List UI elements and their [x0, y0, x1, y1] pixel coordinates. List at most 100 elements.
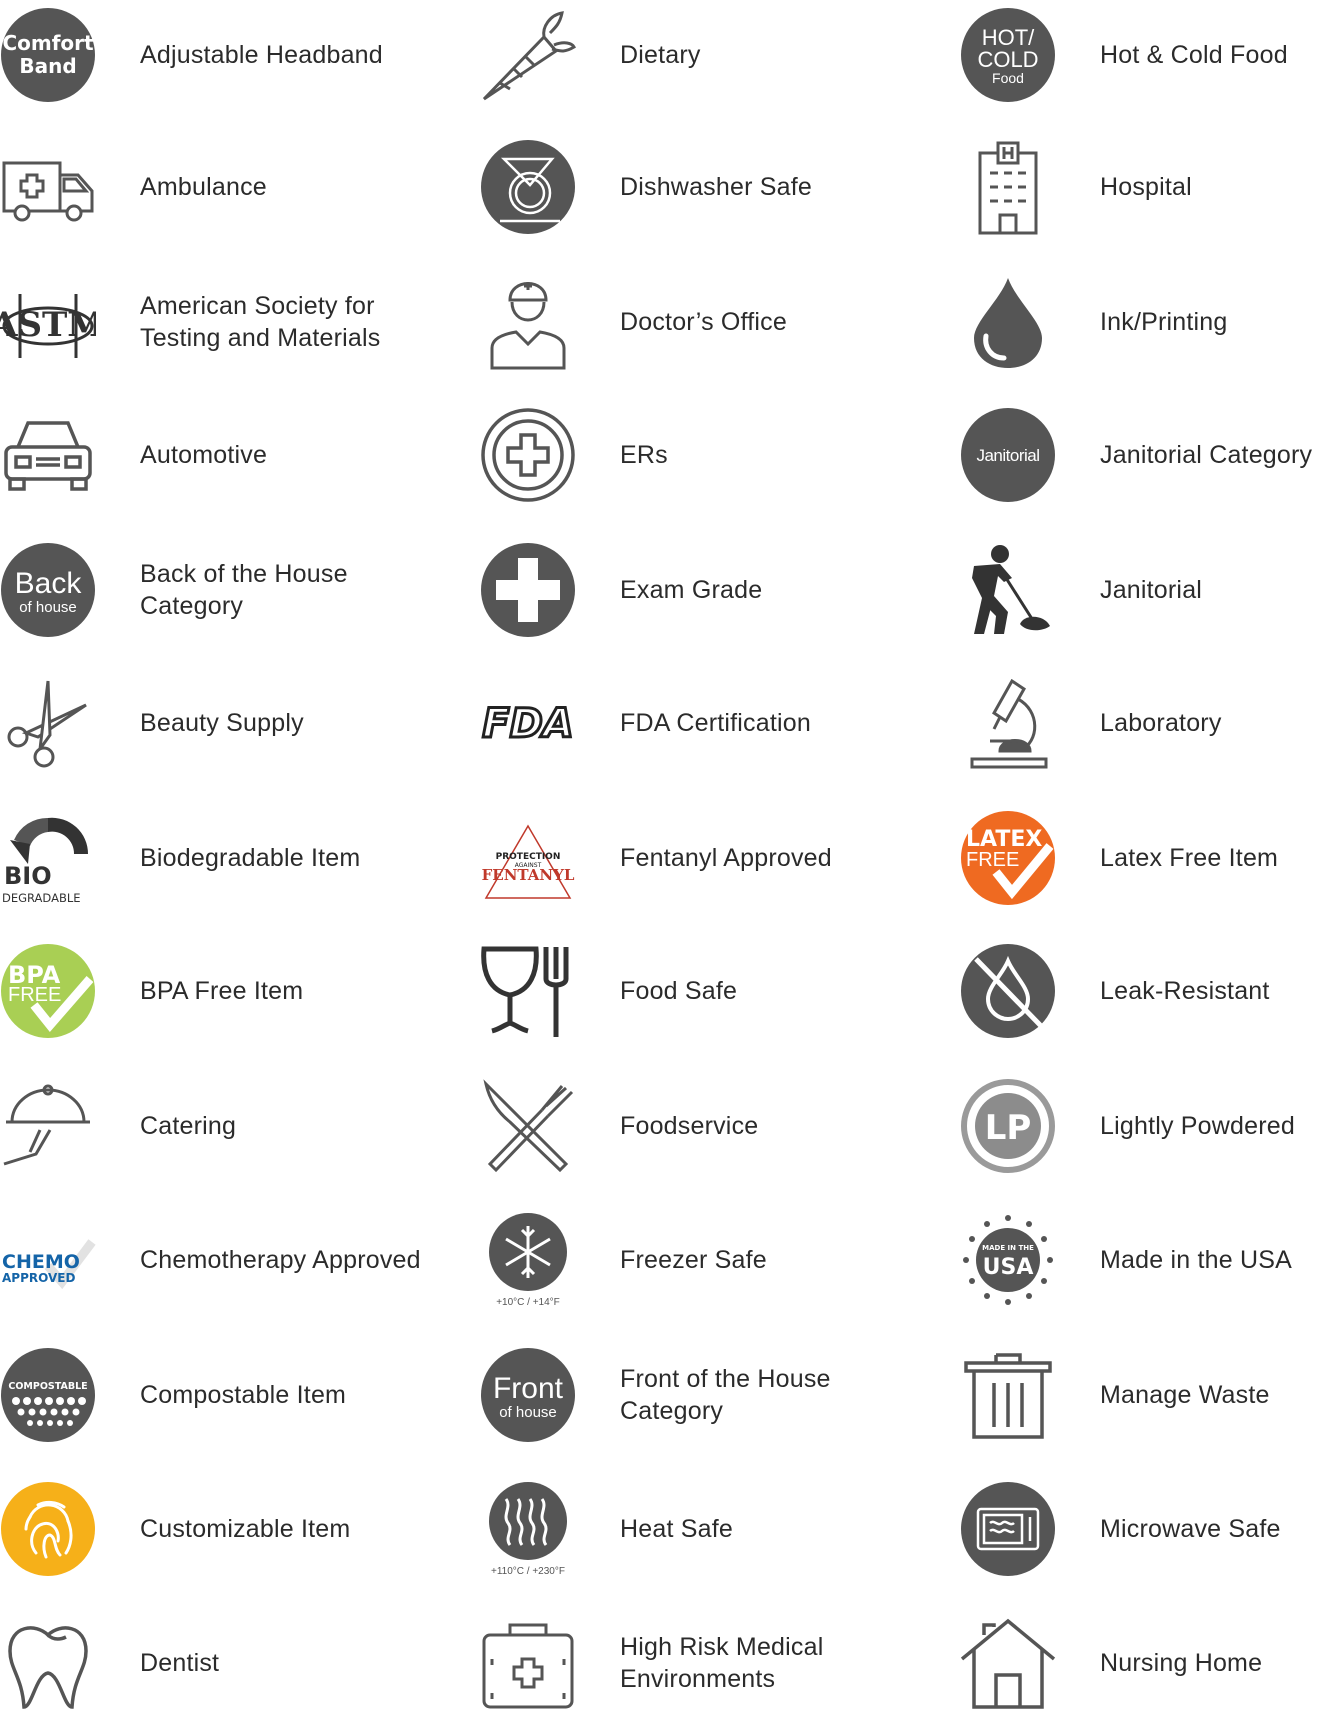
hospital-building-icon	[960, 139, 1056, 235]
legend-item: High Risk Medical Environments	[480, 1608, 920, 1718]
badge-text: PROTECTION	[496, 852, 561, 862]
back-of-house-icon: Back of house	[0, 542, 96, 638]
item-label: Leak-Resistant	[1100, 977, 1270, 1005]
item-label: Dietary	[620, 41, 701, 69]
item-label: ERs	[620, 441, 668, 469]
fda-icon: FDA	[480, 675, 576, 771]
badge-text: Janitorial	[976, 446, 1039, 465]
legend-item: ERs	[480, 400, 920, 510]
badge-text: ASTM	[0, 305, 96, 345]
item-label: Janitorial Category	[1100, 441, 1313, 469]
legend-item: Food Safe	[480, 936, 920, 1046]
legend-item: MADE IN THE USA Made in the USA	[960, 1205, 1330, 1315]
icon-legend-grid: Comfort Band Adjustable Headband Ambulan…	[0, 0, 1330, 1709]
latex-free-icon: LATEX FREE	[960, 810, 1056, 906]
item-label: Foodservice	[620, 1112, 759, 1140]
badge-text: COLD	[977, 47, 1038, 72]
tooth-icon	[0, 1615, 96, 1711]
astm-icon: ASTM	[0, 274, 96, 370]
item-label: Manage Waste	[1100, 1381, 1270, 1409]
legend-item: BIO DEGRADABLE Biodegradable Item	[0, 803, 440, 913]
legend-item: Janitorial Janitorial Category	[960, 400, 1330, 510]
item-label: Beauty Supply	[140, 709, 304, 737]
badge-text: MADE IN THE	[982, 1244, 1034, 1252]
item-label: Exam Grade	[620, 576, 763, 604]
legend-item: LP Lightly Powdered	[960, 1071, 1330, 1181]
item-label: Laboratory	[1100, 709, 1222, 737]
medical-kit-icon	[480, 1615, 576, 1711]
badge-text: FREE	[966, 849, 1019, 871]
legend-item: PROTECTION AGAINST FENTANYL Fentanyl App…	[480, 803, 920, 913]
badge-text: DEGRADABLE	[2, 891, 81, 905]
badge-text: Comfort	[2, 31, 94, 55]
microscope-icon	[960, 675, 1056, 771]
trash-can-icon	[960, 1347, 1056, 1443]
legend-item: LATEX FREE Latex Free Item	[960, 803, 1330, 913]
icon-column-3: HOT/ COLD Food Hot & Cold Food Hospital	[960, 0, 1330, 1709]
badge-text: +110°C / +230°F	[491, 1566, 565, 1577]
chemo-approved-icon: CHEMO APPROVED	[0, 1212, 96, 1308]
doctor-icon	[480, 274, 576, 370]
legend-item: ASTM American Society for Testing and Ma…	[0, 267, 440, 377]
legend-item: Janitorial	[960, 535, 1330, 645]
badge-text: Food	[992, 70, 1024, 86]
item-label: Made in the USA	[1100, 1246, 1292, 1274]
item-label: Doctor’s Office	[620, 308, 787, 336]
legend-item: HOT/ COLD Food Hot & Cold Food	[960, 0, 1330, 110]
legend-item: Leak-Resistant	[960, 936, 1330, 1046]
knife-fork-icon	[480, 1078, 576, 1174]
item-label: Fentanyl Approved	[620, 844, 832, 872]
item-label: Automotive	[140, 441, 268, 469]
badge-text: Band	[19, 54, 76, 78]
item-label: Catering	[140, 1112, 237, 1140]
carrot-icon	[480, 7, 576, 103]
icon-column-2: Dietary Dishwasher Safe Doctor’s Office …	[480, 0, 923, 1709]
badge-text: of house	[19, 599, 77, 616]
item-label: Dentist	[140, 1649, 220, 1677]
car-icon	[0, 407, 96, 503]
legend-item: FDA FDA Certification	[480, 668, 920, 778]
item-label: Hospital	[1100, 173, 1192, 201]
legend-item: Hospital	[960, 132, 1330, 242]
badge-text: +10°C / +14°F	[496, 1297, 560, 1308]
exam-cross-icon	[480, 542, 576, 638]
badge-text: USA	[983, 1255, 1034, 1280]
badge-text: FENTANYL	[482, 866, 575, 884]
item-label: Nursing Home	[1100, 1649, 1263, 1677]
badge-text: FDA	[482, 701, 573, 747]
item-label: Adjustable Headband	[140, 41, 383, 69]
legend-item: Back of house Back of the House Category	[0, 535, 440, 645]
badge-text: APPROVED	[2, 1271, 75, 1285]
front-of-house-icon: Front of house	[480, 1347, 576, 1443]
item-label: Ambulance	[140, 173, 267, 201]
scissors-icon	[0, 675, 96, 771]
badge-text: COMPOSTABLE	[8, 1381, 87, 1392]
leak-resistant-icon	[960, 943, 1056, 1039]
legend-item: COMPOSTABLE Compostable Item	[0, 1340, 440, 1450]
item-label: Microwave Safe	[1100, 1515, 1281, 1543]
legend-item: Ink/Printing	[960, 267, 1330, 377]
item-label: Front of the House Category	[620, 1365, 831, 1425]
heat-waves-icon: +110°C / +230°F	[480, 1481, 576, 1577]
janitorial-category-icon: Janitorial	[960, 407, 1056, 503]
legend-item: Ambulance	[0, 132, 440, 242]
mopping-person-icon	[960, 542, 1056, 638]
legend-item: Catering	[0, 1071, 440, 1181]
biodegradable-icon: BIO DEGRADABLE	[0, 810, 96, 906]
item-label: Janitorial	[1100, 576, 1203, 604]
legend-item: Exam Grade	[480, 535, 920, 645]
item-label: Chemotherapy Approved	[140, 1246, 421, 1274]
item-label: Freezer Safe	[620, 1246, 767, 1274]
legend-item: Dietary	[480, 0, 920, 110]
house-icon	[960, 1615, 1056, 1711]
legend-item: Front of house Front of the House Catego…	[480, 1340, 920, 1450]
item-label: Hot & Cold Food	[1100, 41, 1288, 69]
bpa-free-icon: BPA FREE	[0, 943, 96, 1039]
item-label: Food Safe	[620, 977, 738, 1005]
legend-item: Laboratory	[960, 668, 1330, 778]
item-label: FDA Certification	[620, 709, 811, 737]
fingerprint-icon	[0, 1481, 96, 1577]
legend-item: Beauty Supply	[0, 668, 440, 778]
item-label: High Risk Medical Environments	[620, 1633, 824, 1693]
ambulance-icon	[0, 139, 96, 235]
